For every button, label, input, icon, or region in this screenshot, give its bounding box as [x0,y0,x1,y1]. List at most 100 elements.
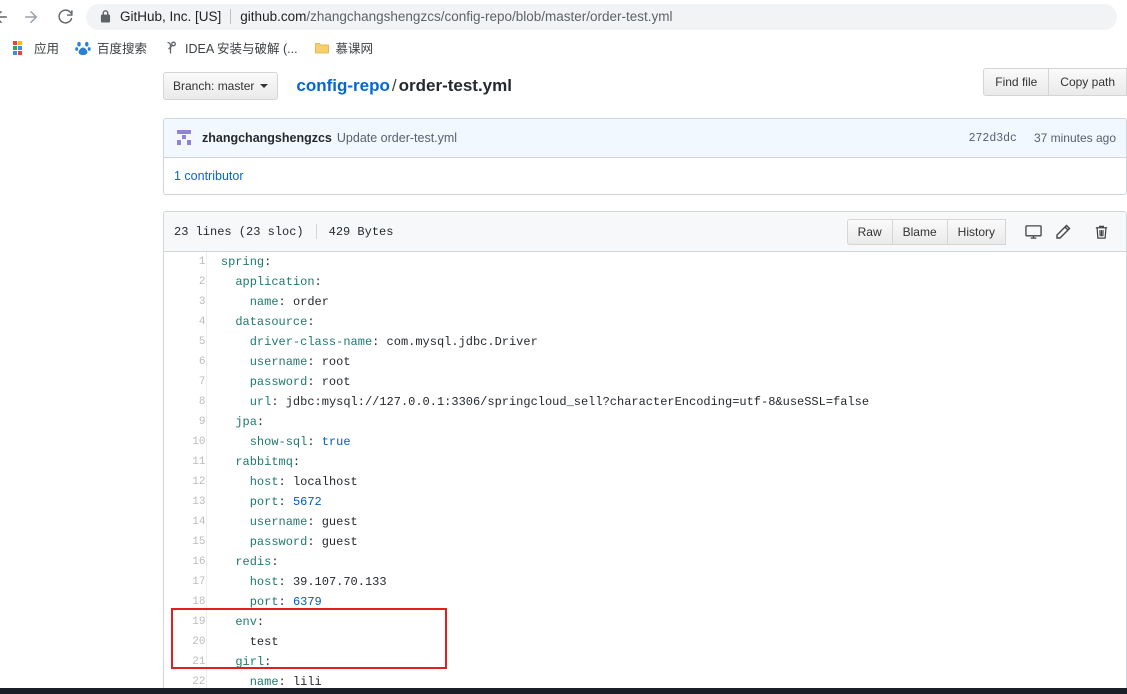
reload-icon[interactable] [50,2,80,32]
yaml-key: host [249,575,279,589]
line-number[interactable]: 18 [164,592,207,612]
line-number[interactable]: 13 [164,492,207,512]
code-line: 9 jpa: [164,412,1126,432]
back-arrow-icon[interactable] [0,2,12,32]
yaml-key: username [249,355,308,369]
breadcrumb-repo-link[interactable]: config-repo [296,76,390,95]
commit-author[interactable]: zhangchangshengzcs [202,131,332,145]
code-line: 12 host: localhost [164,472,1126,492]
line-number[interactable]: 3 [164,292,207,312]
code-table: 1 spring: 2 application: 3 name: order 4 da… [164,252,1126,688]
yaml-value: jdbc:mysql://127.0.0.1:3306/springcloud_… [285,395,870,409]
code-line: 21 girl: [164,652,1126,672]
yaml-colon: : [307,435,315,449]
yaml-value: test [249,635,279,649]
yaml-key: rabbitmq [235,455,293,469]
line-number[interactable]: 4 [164,312,207,332]
yaml-value: 39.107.70.133 [292,575,387,589]
commit-meta: 272d3dc 37 minutes ago [969,131,1116,145]
avatar[interactable] [174,128,194,148]
line-number[interactable]: 2 [164,272,207,292]
code-line: 3 name: order [164,292,1126,312]
commit-message[interactable]: Update order-test.yml [337,131,457,145]
yaml-key: password [249,535,308,549]
yaml-value: order [292,295,329,309]
raw-button[interactable]: Raw [846,218,893,245]
line-number[interactable]: 6 [164,352,207,372]
code-line: 14 username: guest [164,512,1126,532]
line-content: port: 6379 [206,592,1126,612]
line-content: name: order [206,292,1126,312]
yaml-value: lili [292,675,322,688]
branch-selector-button[interactable]: Branch: master [163,72,279,100]
line-content: name: lili [206,672,1126,688]
lock-icon [100,10,111,23]
code-line: 17 host: 39.107.70.133 [164,572,1126,592]
code-line: 6 username: root [164,352,1126,372]
forward-arrow-icon[interactable] [16,2,46,32]
code-viewer[interactable]: 1 spring: 2 application: 3 name: order 4 da… [164,252,1126,688]
find-file-button[interactable]: Find file [983,68,1050,96]
line-number[interactable]: 8 [164,392,207,412]
blame-button[interactable]: Blame [892,218,948,245]
line-number[interactable]: 22 [164,672,207,688]
yaml-key: driver-class-name [249,335,373,349]
line-number[interactable]: 15 [164,532,207,552]
line-number[interactable]: 9 [164,412,207,432]
line-content: girl: [206,652,1126,672]
line-content: env: [206,612,1126,632]
line-content: port: 5672 [206,492,1126,512]
line-content: rabbitmq: [206,452,1126,472]
yaml-colon: : [278,675,286,688]
browser-nav-bar: GitHub, Inc. [US] github.com/zhangchangs… [0,0,1127,33]
line-number[interactable]: 19 [164,612,207,632]
apps-grid-icon [12,40,28,56]
line-content: host: localhost [206,472,1126,492]
line-number[interactable]: 14 [164,512,207,532]
yaml-key: env [235,615,257,629]
line-number[interactable]: 17 [164,572,207,592]
site-identity-label: GitHub, Inc. [US] [120,9,222,24]
code-line: 5 driver-class-name: com.mysql.jdbc.Driv… [164,332,1126,352]
bookmark-baidu[interactable]: 百度搜索 [67,36,155,60]
history-button[interactable]: History [947,218,1006,245]
yaml-colon: : [278,475,286,489]
yaml-key: password [249,375,308,389]
pencil-icon[interactable] [1048,219,1078,245]
line-content: datasource: [206,312,1126,332]
trash-icon[interactable] [1086,219,1116,245]
desktop-icon[interactable] [1018,219,1048,245]
line-number[interactable]: 5 [164,332,207,352]
line-number[interactable]: 16 [164,552,207,572]
copy-path-button[interactable]: Copy path [1049,68,1127,96]
line-number[interactable]: 12 [164,472,207,492]
yaml-colon: : [314,275,322,289]
yaml-colon: : [292,455,301,469]
yaml-colon: : [278,295,286,309]
yaml-colon: : [271,395,279,409]
yaml-key: show-sql [249,435,308,449]
code-line: 8 url: jdbc:mysql://127.0.0.1:3306/sprin… [164,392,1126,412]
yaml-colon: : [307,535,315,549]
code-line: 15 password: guest [164,532,1126,552]
line-number[interactable]: 20 [164,632,207,652]
yaml-colon: : [307,315,315,329]
bookmark-imooc[interactable]: 慕课网 [306,36,382,60]
yaml-colon: : [307,355,315,369]
line-number[interactable]: 21 [164,652,207,672]
bookmark-idea[interactable]: IDEA 安装与破解 (... [155,36,306,60]
line-number[interactable]: 11 [164,452,207,472]
code-line: 16 redis: [164,552,1126,572]
line-number[interactable]: 1 [164,252,207,272]
commit-sha[interactable]: 272d3dc [969,132,1017,145]
yaml-value: root [321,355,351,369]
blob-lines-label: 23 lines (23 sloc) [174,224,304,239]
contributors-link[interactable]: 1 contributor [174,169,243,183]
line-number[interactable]: 7 [164,372,207,392]
bookmark-label: 百度搜索 [97,42,148,56]
line-number[interactable]: 10 [164,432,207,452]
bookmark-apps[interactable]: 应用 [4,36,67,60]
address-bar[interactable]: GitHub, Inc. [US] github.com/zhangchangs… [86,3,1117,30]
bookmark-label: IDEA 安装与破解 (... [185,42,298,56]
line-content: jpa: [206,412,1126,432]
